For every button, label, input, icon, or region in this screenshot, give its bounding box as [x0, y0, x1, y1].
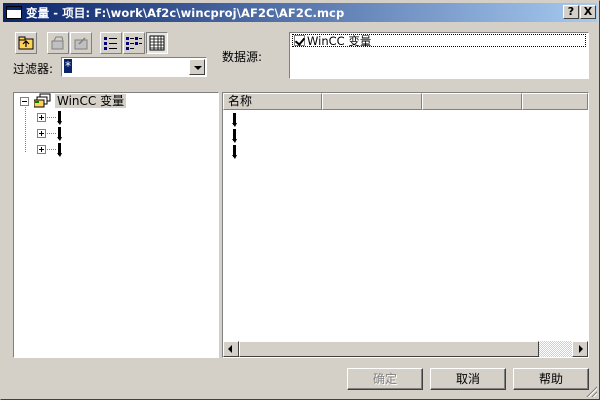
data-source-list[interactable]: WinCC 变量: [289, 32, 589, 79]
tree-root-label[interactable]: WinCC 变量: [55, 94, 127, 108]
column-header-name[interactable]: 名称: [223, 93, 322, 110]
ok-button[interactable]: 确定: [347, 368, 423, 390]
disabled-tool-icon-2: [74, 37, 88, 50]
disabled-tool-button-2[interactable]: [70, 32, 92, 54]
window-icon: [6, 6, 22, 19]
tag-tree[interactable]: WinCC 变量: [13, 92, 219, 358]
filter-combobox[interactable]: *: [61, 57, 207, 77]
scroll-left-icon[interactable]: [223, 341, 239, 357]
list-item[interactable]: [231, 128, 239, 144]
filter-value[interactable]: *: [64, 59, 72, 73]
data-source-item-label: WinCC 变量: [307, 34, 372, 48]
small-icons-view-button[interactable]: [100, 32, 122, 54]
list-view-icon: [126, 37, 142, 50]
connection-node-icon[interactable]: [56, 126, 64, 142]
disabled-tool-icon-1: [51, 36, 64, 50]
list-view-button[interactable]: [123, 32, 145, 54]
tag-list[interactable]: 名称: [222, 92, 589, 358]
expand-icon[interactable]: [37, 129, 46, 138]
resize-grip-icon[interactable]: [585, 385, 597, 397]
tree-connector: [47, 117, 56, 118]
chevron-down-icon[interactable]: [189, 59, 205, 75]
details-view-icon: [149, 35, 165, 51]
folder-up-icon: [18, 36, 34, 50]
scrollbar-track[interactable]: [539, 341, 572, 357]
column-header[interactable]: [322, 93, 422, 110]
wincc-tags-icon: [34, 93, 51, 108]
title-bar: 变量 - 项目: F:\work\Af2c\wincproj\AF2C\AF2C…: [3, 3, 597, 22]
scrollbar-thumb[interactable]: [239, 341, 539, 357]
details-view-button[interactable]: [146, 32, 168, 54]
data-source-item[interactable]: WinCC 变量: [292, 34, 586, 48]
list-item[interactable]: [231, 112, 239, 128]
tree-connector: [47, 133, 56, 134]
collapse-icon[interactable]: [20, 97, 29, 106]
column-header[interactable]: [522, 93, 588, 110]
help-button[interactable]: 帮助: [513, 368, 589, 390]
close-button[interactable]: X: [580, 5, 596, 19]
folder-up-button[interactable]: [15, 32, 37, 54]
expand-icon[interactable]: [37, 145, 46, 154]
tree-connector: [47, 149, 56, 150]
tree-connector: [25, 107, 26, 152]
small-icons-view-icon: [104, 37, 117, 50]
disabled-tool-button-1[interactable]: [47, 32, 69, 54]
window-title: 变量 - 项目: F:\work\Af2c\wincproj\AF2C\AF2C…: [26, 6, 345, 20]
expand-icon[interactable]: [37, 113, 46, 122]
checkbox-checked-icon[interactable]: [294, 35, 305, 46]
scroll-right-icon[interactable]: [572, 341, 588, 357]
connection-node-icon[interactable]: [56, 110, 64, 126]
cancel-button[interactable]: 取消: [430, 368, 506, 390]
connection-node-icon[interactable]: [56, 142, 64, 158]
list-item[interactable]: [231, 144, 239, 160]
horizontal-scrollbar[interactable]: [223, 341, 588, 357]
data-source-label: 数据源:: [222, 50, 263, 64]
variables-dialog: 变量 - 项目: F:\work\Af2c\wincproj\AF2C\AF2C…: [0, 0, 600, 400]
filter-label: 过滤器:: [13, 62, 54, 76]
help-title-button[interactable]: ?: [563, 5, 579, 19]
column-header[interactable]: [422, 93, 522, 110]
